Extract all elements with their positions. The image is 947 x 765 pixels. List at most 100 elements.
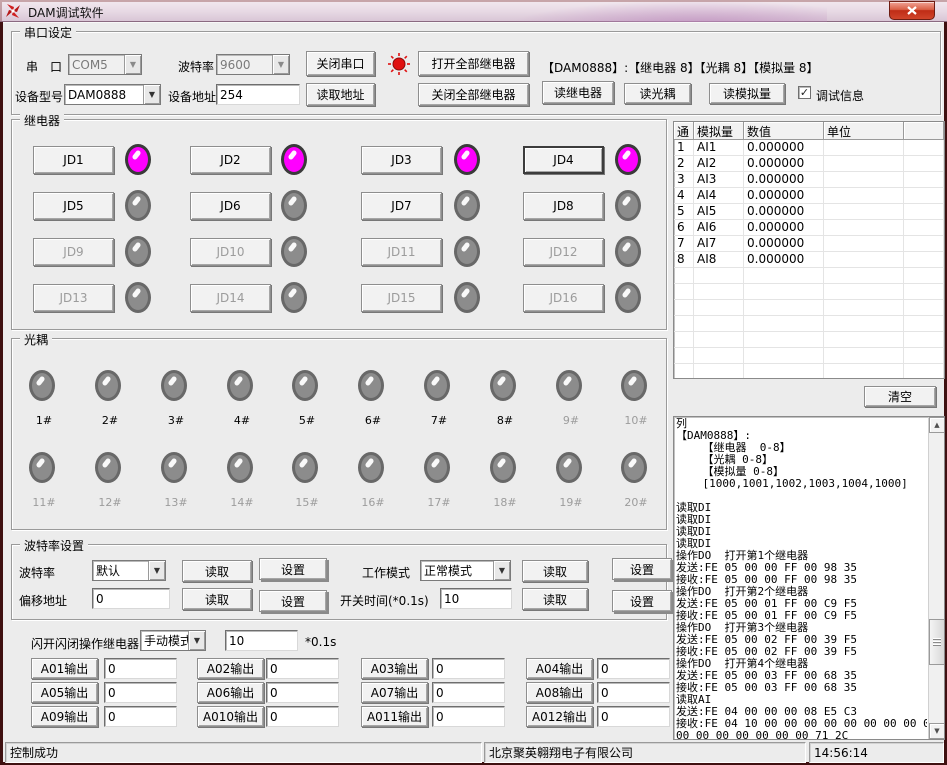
relay-button-jd1[interactable]: JD1	[33, 146, 114, 174]
table-row-ai2[interactable]: 2AI20.000000	[674, 156, 944, 172]
table-row-ai7[interactable]: 7AI70.000000	[674, 236, 944, 252]
chevron-down-icon: ▼	[272, 55, 289, 74]
cell	[744, 364, 824, 379]
opto-led-5	[292, 370, 318, 401]
output-button-A010[interactable]: A010输出	[197, 706, 264, 727]
output-button-A012[interactable]: A012输出	[526, 706, 593, 727]
scroll-down-icon[interactable]: ▼	[929, 723, 945, 739]
table-row-empty[interactable]	[674, 284, 944, 300]
baudrate-set-button[interactable]: 设置	[259, 558, 327, 580]
output-button-A09[interactable]: A09输出	[31, 706, 98, 727]
offset-set-button[interactable]: 设置	[259, 590, 327, 612]
output-button-A06[interactable]: A06输出	[197, 682, 264, 703]
close-button[interactable]	[889, 1, 935, 20]
output-input-A02[interactable]: 0	[266, 658, 339, 679]
debug-info-checkbox[interactable]: ✓	[798, 86, 811, 99]
output-button-A01[interactable]: A01输出	[31, 658, 98, 679]
output-button-A011[interactable]: A011输出	[361, 706, 428, 727]
read-addr-button[interactable]: 读取地址	[306, 83, 375, 106]
titlebar[interactable]: DAM调试软件	[0, 0, 947, 22]
relay-led-jd13	[125, 282, 151, 313]
read-analog-button[interactable]: 读模拟量	[709, 83, 785, 104]
output-input-A011[interactable]: 0	[432, 706, 505, 727]
offset-addr-input[interactable]: 0	[92, 588, 170, 609]
relay-button-jd5[interactable]: JD5	[33, 192, 114, 220]
work-mode-read-button[interactable]: 读取	[522, 560, 588, 582]
scroll-thumb[interactable]	[929, 619, 945, 665]
output-button-A08[interactable]: A08输出	[526, 682, 593, 703]
work-mode-value: 正常模式	[421, 562, 493, 579]
output-button-A04[interactable]: A04输出	[526, 658, 593, 679]
col-header-4[interactable]	[904, 122, 944, 140]
open-all-relays-button[interactable]: 打开全部继电器	[418, 51, 529, 76]
clear-log-button[interactable]: 清空	[864, 386, 936, 407]
log-panel[interactable]: 列 【DAM0888】: 【继电器 0-8】 【光耦 0-8】 【模拟量 0-8…	[673, 416, 945, 740]
relay-button-jd6[interactable]: JD6	[190, 192, 271, 220]
output-input-A05[interactable]: 0	[104, 682, 177, 703]
output-button-A05[interactable]: A05输出	[31, 682, 98, 703]
read-relay-button[interactable]: 读继电器	[542, 81, 614, 104]
relay-button-jd2[interactable]: JD2	[190, 146, 271, 174]
relay-button-jd8[interactable]: JD8	[523, 192, 604, 220]
cell: AI5	[694, 204, 744, 220]
output-input-A03[interactable]: 0	[432, 658, 505, 679]
flash-time-input[interactable]: 10	[225, 630, 298, 651]
log-scrollbar[interactable]: ▲ ▼	[928, 417, 944, 739]
table-row-ai5[interactable]: 5AI50.000000	[674, 204, 944, 220]
work-mode-select[interactable]: 正常模式▼	[420, 560, 511, 581]
flash-mode-select[interactable]: 手动模式▼	[140, 630, 206, 651]
offset-read-button[interactable]: 读取	[182, 588, 252, 610]
table-row-ai8[interactable]: 8AI80.000000	[674, 252, 944, 268]
table-row-empty[interactable]	[674, 268, 944, 284]
relay-led-jd4	[615, 144, 641, 175]
work-mode-label: 工作模式	[362, 564, 410, 581]
cell: 0.000000	[744, 172, 824, 188]
col-header-1[interactable]: 模拟量	[694, 122, 744, 140]
cell	[904, 172, 944, 188]
table-row-empty[interactable]	[674, 316, 944, 332]
scroll-up-icon[interactable]: ▲	[929, 417, 945, 433]
work-mode-set-button[interactable]: 设置	[612, 558, 672, 580]
table-row-empty[interactable]	[674, 348, 944, 364]
table-row-ai3[interactable]: 3AI30.000000	[674, 172, 944, 188]
output-input-A010[interactable]: 0	[266, 706, 339, 727]
output-button-A02[interactable]: A02输出	[197, 658, 264, 679]
col-header-0[interactable]: 通	[674, 122, 694, 140]
table-row-empty[interactable]	[674, 364, 944, 379]
opto-led-8	[490, 370, 516, 401]
output-input-A06[interactable]: 0	[266, 682, 339, 703]
table-row-ai4[interactable]: 4AI40.000000	[674, 188, 944, 204]
output-button-A07[interactable]: A07输出	[361, 682, 428, 703]
opto-label-10: 10#	[623, 414, 649, 427]
baudrate-read-button[interactable]: 读取	[182, 560, 252, 582]
relay-button-jd3[interactable]: JD3	[361, 146, 442, 174]
table-row-empty[interactable]	[674, 332, 944, 348]
output-input-A08[interactable]: 0	[597, 682, 670, 703]
client-area: 串口设定 串 口 COM5▼ 波特率 9600▼ 关闭串口	[3, 22, 944, 762]
relay-button-jd7[interactable]: JD7	[361, 192, 442, 220]
output-input-A01[interactable]: 0	[104, 658, 177, 679]
device-addr-input[interactable]: 254	[216, 84, 300, 105]
device-model-select[interactable]: DAM0888▼	[64, 84, 161, 105]
col-header-2[interactable]: 数值	[744, 122, 824, 140]
output-button-A03[interactable]: A03输出	[361, 658, 428, 679]
switch-time-set-button[interactable]: 设置	[612, 590, 672, 612]
relay-button-jd4[interactable]: JD4	[523, 146, 604, 174]
output-input-A07[interactable]: 0	[432, 682, 505, 703]
close-serial-button[interactable]: 关闭串口	[306, 51, 375, 76]
output-input-A09[interactable]: 0	[104, 706, 177, 727]
opto-led-14	[227, 452, 253, 483]
baudrate-value: 默认	[93, 562, 148, 579]
col-header-3[interactable]: 单位	[824, 122, 904, 140]
table-row-empty[interactable]	[674, 300, 944, 316]
cell	[744, 316, 824, 332]
read-opto-button[interactable]: 读光耦	[624, 83, 691, 104]
table-row-ai1[interactable]: 1AI10.000000	[674, 140, 944, 156]
switch-time-read-button[interactable]: 读取	[522, 588, 588, 610]
output-input-A012[interactable]: 0	[597, 706, 670, 727]
baudrate-select[interactable]: 默认▼	[92, 560, 166, 581]
switch-time-input[interactable]: 10	[440, 588, 512, 609]
table-row-ai6[interactable]: 6AI60.000000	[674, 220, 944, 236]
close-all-relays-button[interactable]: 关闭全部继电器	[418, 83, 529, 106]
output-input-A04[interactable]: 0	[597, 658, 670, 679]
